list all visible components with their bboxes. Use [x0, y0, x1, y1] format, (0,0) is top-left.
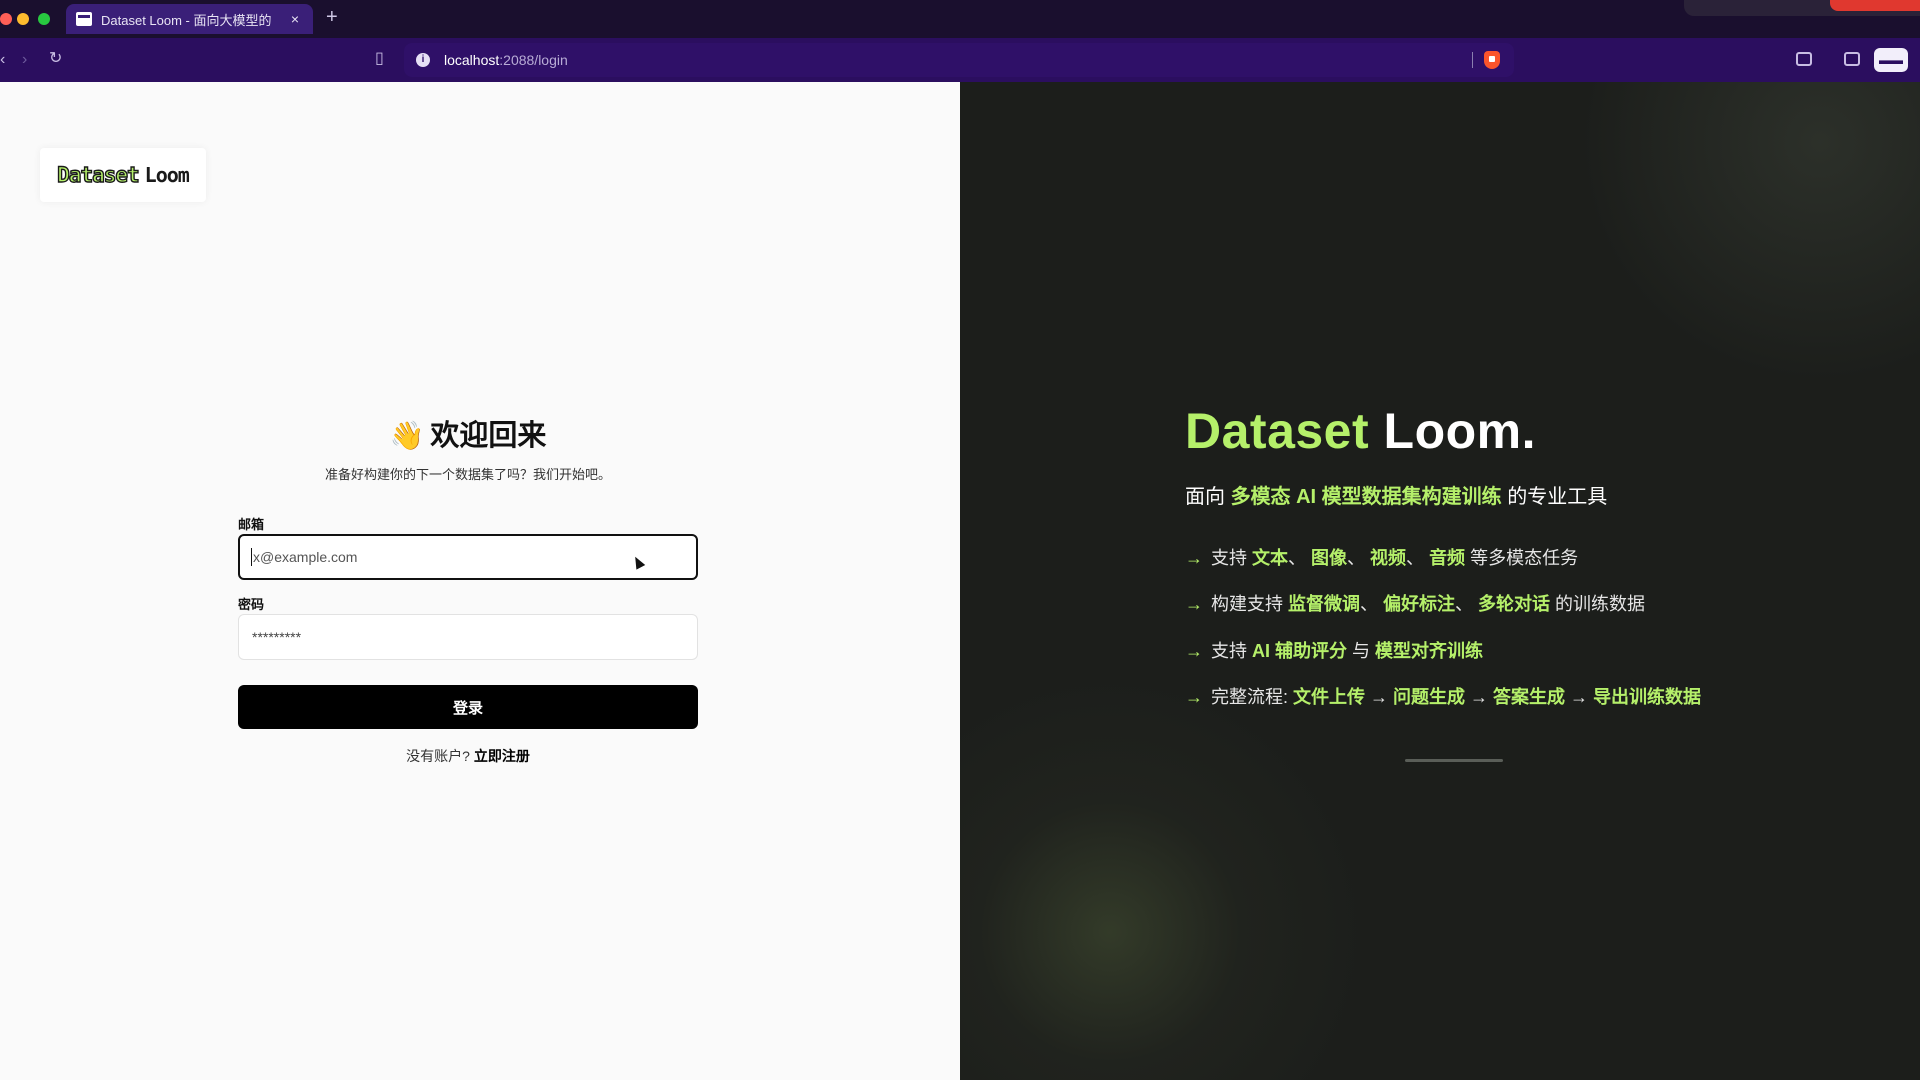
logo-text-dataset: Dataset — [56, 162, 140, 187]
tab-close-icon[interactable]: × — [285, 11, 305, 27]
forward-icon[interactable]: › — [22, 50, 27, 70]
password-field[interactable] — [238, 614, 698, 660]
back-icon[interactable]: ‹ — [0, 50, 5, 70]
welcome-subtitle: 准备好构建你的下一个数据集了吗？我们开始吧。 — [324, 467, 611, 482]
window-zoom-dot[interactable] — [38, 13, 50, 25]
window-minimize-dot[interactable] — [17, 13, 29, 25]
arrow-icon: → — [1185, 641, 1203, 661]
email-field[interactable] — [238, 534, 698, 580]
hero-panel: Dataset Loom. 面向 多模态 AI 模型数据集构建训练 的专业工具 … — [960, 82, 1920, 1080]
url-separator — [1472, 52, 1473, 68]
waving-hand-icon: 👋 — [389, 420, 425, 451]
welcome-heading: 👋 欢迎回来 — [389, 420, 547, 452]
no-account-text: 没有账户? — [406, 748, 474, 764]
tab-favicon-icon — [76, 12, 92, 26]
signup-link[interactable]: 立即注册 — [474, 748, 530, 764]
arrow-icon: → — [1185, 687, 1203, 707]
signup-prompt: 没有账户? 立即注册 — [238, 746, 698, 766]
url-text[interactable]: localhost:2088/login — [444, 52, 568, 68]
app-logo: Dataset Loom — [40, 148, 206, 202]
screenshot-icon[interactable] — [1796, 52, 1812, 66]
password-label: 密码 — [238, 597, 265, 612]
browser-tab[interactable]: Dataset Loom - 面向大模型的 × — [66, 4, 313, 34]
arrow-icon: → — [1185, 548, 1203, 568]
private-profile-icon[interactable]: ▬▬ — [1874, 48, 1908, 72]
brave-shield-icon[interactable] — [1484, 51, 1500, 69]
bookmark-icon[interactable]: ▯ — [375, 49, 384, 69]
browser-nav-bar: ‹ › ↻ ▯ i localhost:2088/login ▬▬ — [0, 38, 1920, 83]
arrow-icon: → — [1185, 594, 1203, 614]
text-caret — [251, 548, 252, 566]
sidebar-toggle-icon[interactable] — [1844, 52, 1860, 66]
hero-divider — [1405, 759, 1503, 762]
feature-workflow: → 完整流程: 文件上传 → 问题生成 → 答案生成 → 导出训练数据 — [1185, 687, 1702, 707]
reload-icon[interactable]: ↻ — [49, 49, 62, 69]
address-bar[interactable]: i localhost:2088/login — [404, 43, 1514, 77]
feature-ai-scoring: → 支持 AI 辅助评分 与 模型对齐训练 — [1185, 641, 1484, 661]
feature-training-data: → 构建支持 监督微调、 偏好标注、 多轮对话 的训练数据 — [1185, 594, 1646, 614]
feature-modalities: → 支持 文本、 图像、 视频、 音频 等多模态任务 — [1185, 548, 1579, 568]
login-button[interactable]: 登录 — [238, 685, 698, 729]
window-close-dot[interactable] — [0, 13, 12, 25]
recording-indicator — [1830, 0, 1920, 11]
site-info-icon[interactable]: i — [416, 53, 430, 67]
browser-tab-bar: Dataset Loom - 面向大模型的 × + — [0, 0, 1920, 38]
hero-title: Dataset Loom. — [1185, 403, 1537, 459]
logo-text-loom: Loom — [144, 163, 190, 187]
hero-subtitle: 面向 多模态 AI 模型数据集构建训练 的专业工具 — [1185, 486, 1608, 508]
tab-title: Dataset Loom - 面向大模型的 — [101, 12, 272, 28]
new-tab-button[interactable]: + — [326, 6, 338, 29]
login-panel: Dataset Loom 👋 欢迎回来 准备好构建你的下一个数据集了吗？我们开始吧… — [0, 82, 960, 1080]
email-label: 邮箱 — [238, 517, 265, 532]
